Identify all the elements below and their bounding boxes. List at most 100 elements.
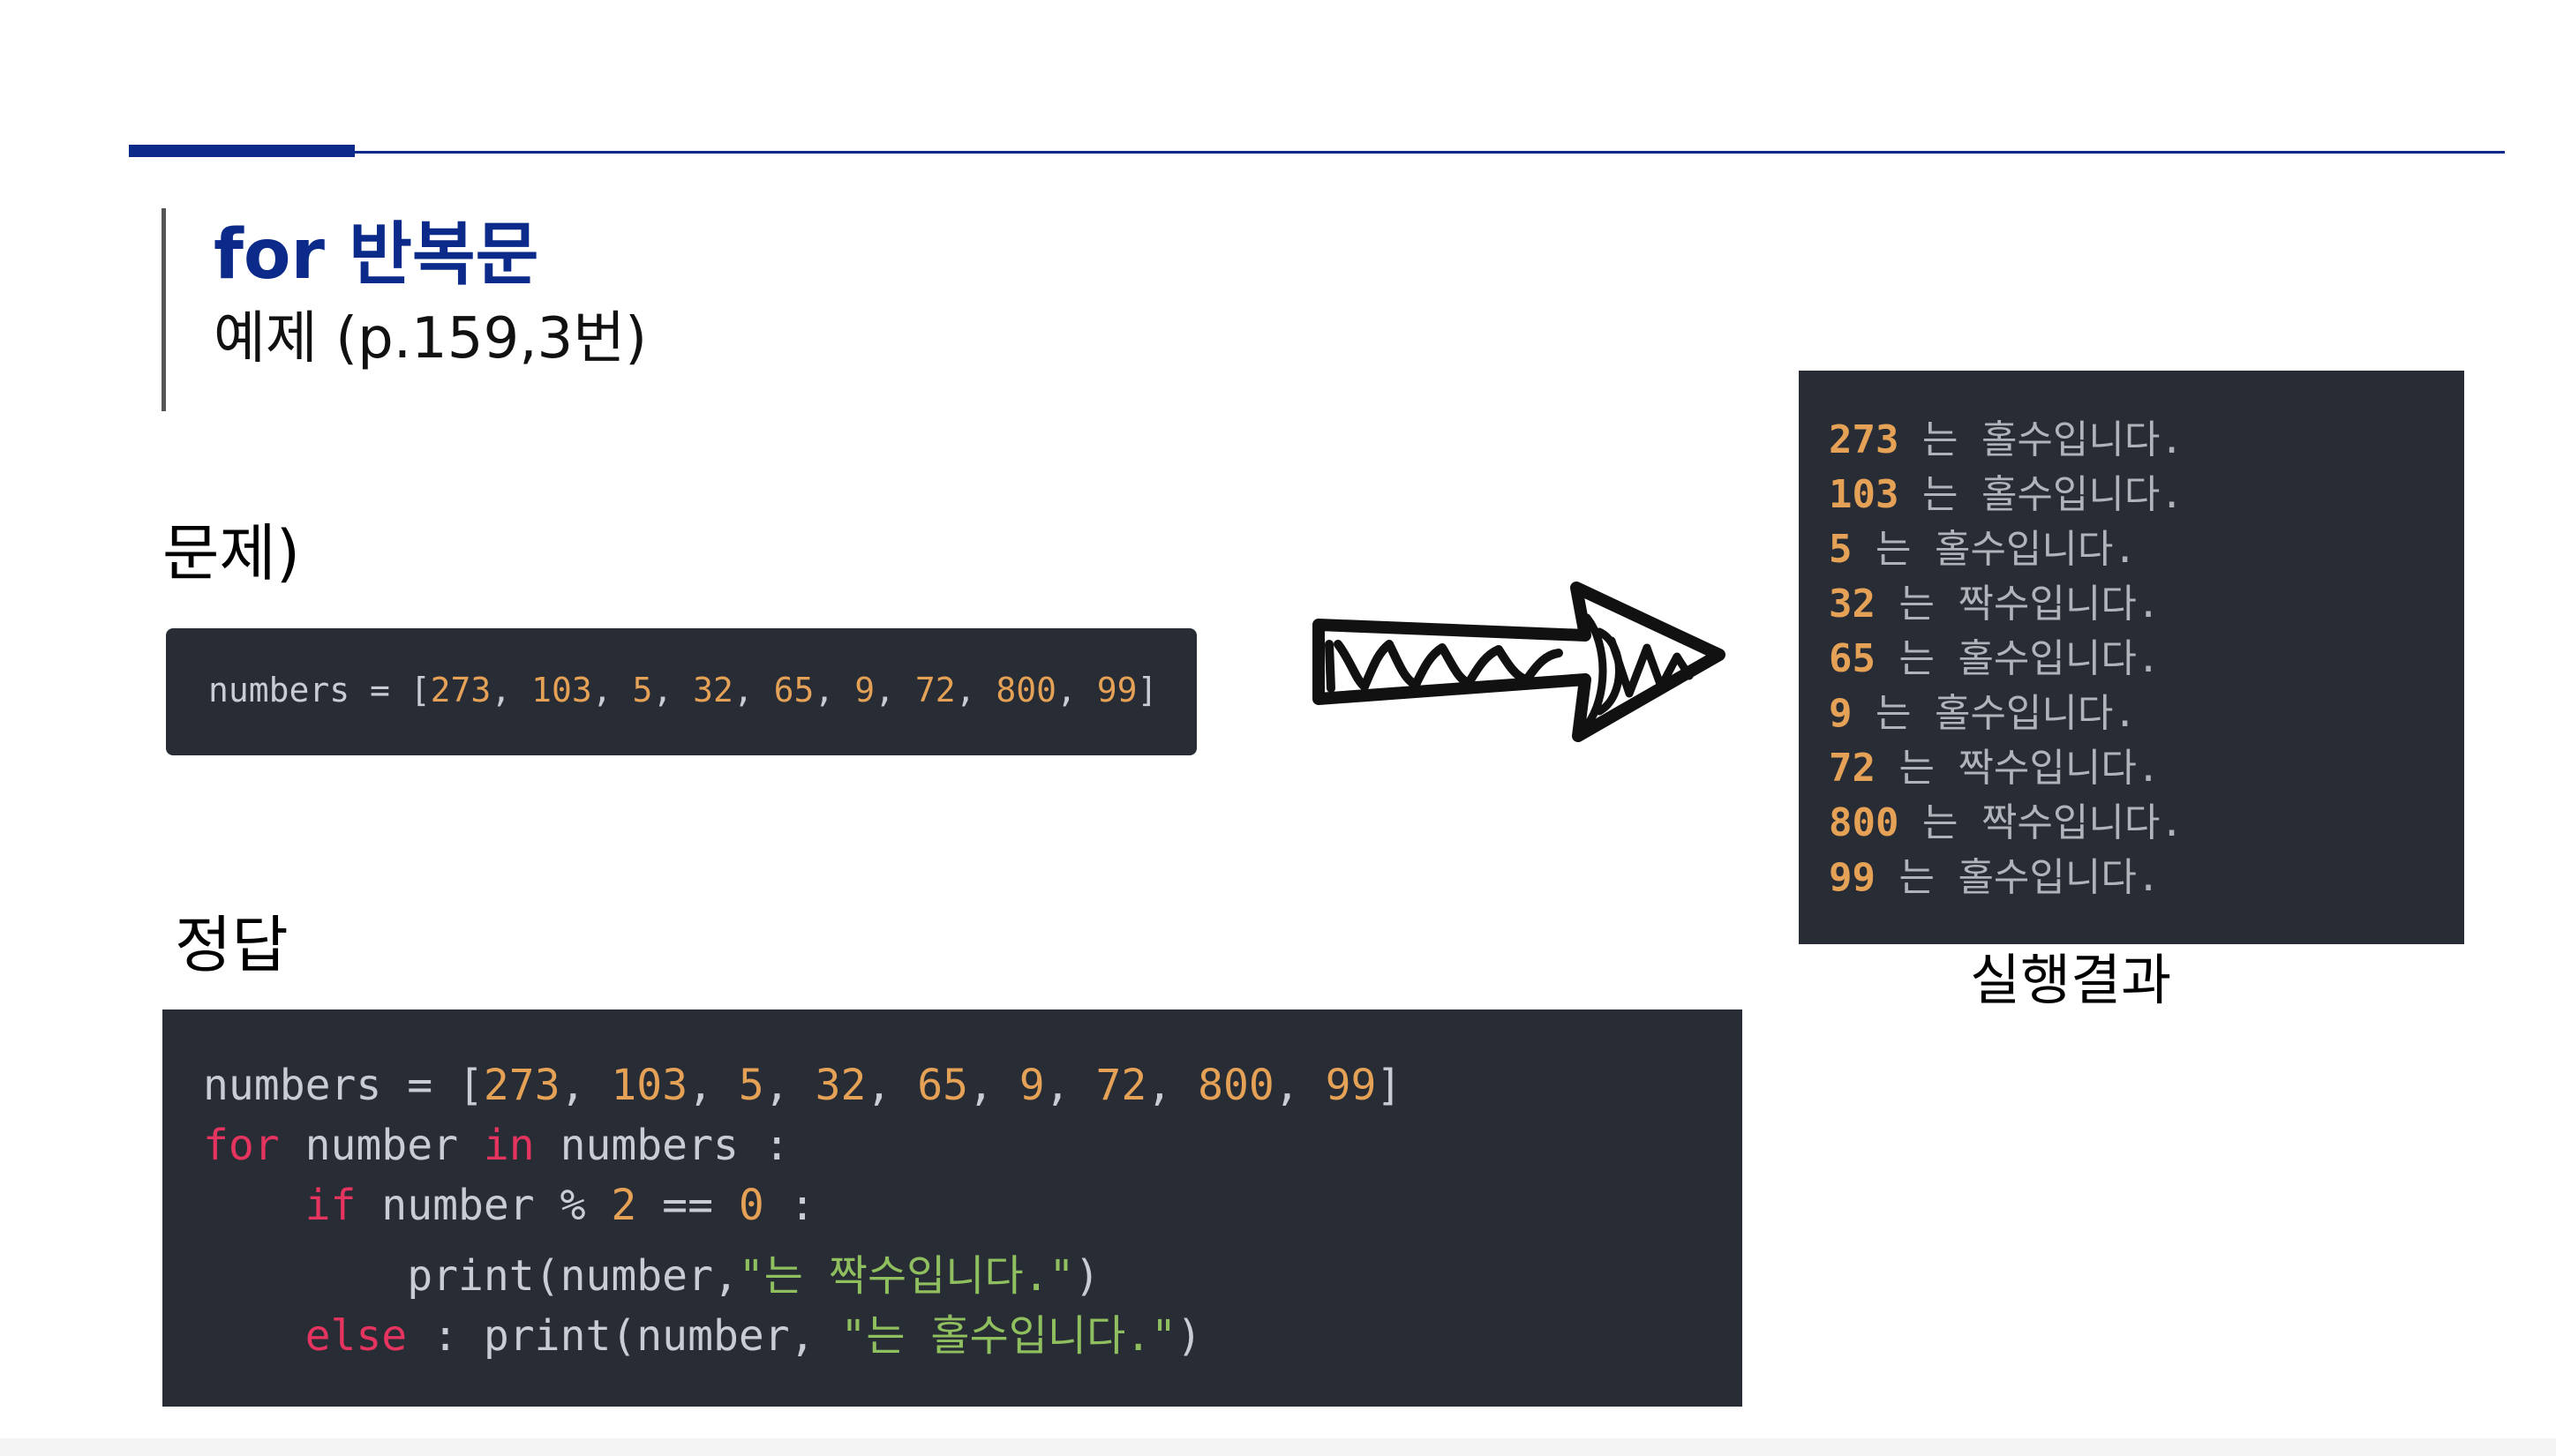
output-text: 는 홀수입니다. <box>1898 417 2184 462</box>
code-token: 99 <box>1325 1061 1377 1110</box>
problem-code-line: numbers = [273, 103, 5, 32, 65, 9, 72, 8… <box>208 671 1157 709</box>
code-token: : print(number, <box>407 1311 841 1361</box>
code-token: 72 <box>914 671 956 709</box>
answer-label: 정답 <box>175 909 289 981</box>
output-number: 103 <box>1829 472 1899 517</box>
output-number: 65 <box>1829 636 1876 681</box>
code-token: , <box>1274 1061 1326 1110</box>
output-text: 는 짝수입니다. <box>1875 746 2161 791</box>
code-token: 5 <box>632 671 653 709</box>
code-token: , <box>1146 1061 1199 1110</box>
output-text: 는 홀수입니다. <box>1875 636 2161 681</box>
code-token: 5 <box>738 1061 764 1110</box>
page-title: for 반복문 <box>214 215 539 295</box>
problem-label: 문제) <box>162 517 301 589</box>
code-token: 99 <box>1096 671 1138 709</box>
output-text: 는 짝수입니다. <box>1875 582 2161 627</box>
right-arrow-icon <box>1312 582 1725 742</box>
problem-code-block: numbers = [273, 103, 5, 32, 65, 9, 72, 8… <box>166 628 1197 755</box>
output-line: 32 는 짝수입니다. <box>1829 572 2160 628</box>
output-number: 9 <box>1829 691 1853 736</box>
code-token: in <box>483 1121 535 1170</box>
output-console: 273 는 홀수입니다. 103 는 홀수입니다. 5 는 홀수입니다. 32 는 짝… <box>1799 371 2464 944</box>
header-rule <box>129 151 2505 154</box>
code-token: , <box>688 1061 739 1110</box>
code-token: ) <box>1177 1311 1202 1361</box>
output-text: 는 홀수입니다. <box>1898 472 2184 517</box>
code-token: 32 <box>815 1061 867 1110</box>
code-token: for <box>203 1121 280 1170</box>
code-token: print(number, <box>203 1251 739 1301</box>
code-token: 273 <box>430 671 492 709</box>
code-token: "는 홀수입니다." <box>840 1311 1177 1361</box>
output-line: 800 는 짝수입니다. <box>1829 791 2184 847</box>
code-token: 103 <box>531 671 592 709</box>
output-line: 5 는 홀수입니다. <box>1829 517 2137 574</box>
code-token: 9 <box>854 671 876 709</box>
code-token: , <box>955 671 996 709</box>
code-token: 72 <box>1095 1061 1147 1110</box>
output-number: 5 <box>1829 527 1853 572</box>
code-token: 800 <box>996 671 1057 709</box>
output-number: 273 <box>1829 417 1899 462</box>
code-token: 103 <box>611 1061 688 1110</box>
output-text: 는 홀수입니다. <box>1852 527 2137 572</box>
code-token: numbers = [ <box>208 671 431 709</box>
code-token: : <box>763 1181 816 1230</box>
code-token: "는 짝수입니다." <box>738 1251 1075 1301</box>
output-line: 273 는 홀수입니다. <box>1829 408 2184 464</box>
code-token: , <box>491 671 532 709</box>
output-text: 는 짝수입니다. <box>1898 800 2184 845</box>
code-token: ] <box>1137 671 1158 709</box>
answer-code-line: numbers = [273, 103, 5, 32, 65, 9, 72, 8… <box>203 1061 1402 1110</box>
output-number: 32 <box>1829 582 1876 627</box>
code-token: ) <box>1074 1251 1101 1301</box>
code-token: , <box>866 1061 918 1110</box>
output-line: 65 는 홀수입니다. <box>1829 627 2160 683</box>
output-number: 800 <box>1829 800 1899 845</box>
output-line: 99 는 홀수입니다. <box>1829 845 2160 902</box>
code-token: 2 <box>611 1181 637 1230</box>
code-token: , <box>1056 671 1097 709</box>
output-line: 72 는 짝수입니다. <box>1829 736 2160 792</box>
code-token: else <box>304 1311 408 1361</box>
code-token: , <box>814 671 855 709</box>
code-token: number <box>279 1121 484 1170</box>
page-subtitle: 예제 (p.159,3번) <box>214 306 648 372</box>
code-token: , <box>591 671 633 709</box>
title-accent-bar <box>162 208 166 411</box>
code-token: , <box>560 1061 612 1110</box>
code-token: , <box>733 671 774 709</box>
code-token: numbers = [ <box>203 1061 484 1110</box>
output-line: 103 는 홀수입니다. <box>1829 462 2184 519</box>
code-token: 65 <box>773 671 815 709</box>
code-token: 9 <box>1019 1061 1045 1110</box>
output-number: 99 <box>1829 855 1876 900</box>
code-token: 800 <box>1198 1061 1274 1110</box>
answer-code-line: for number in numbers : <box>203 1121 790 1170</box>
code-token: if <box>304 1181 357 1230</box>
code-token: 273 <box>483 1061 560 1110</box>
code-token: , <box>1044 1061 1096 1110</box>
code-token: , <box>763 1061 816 1110</box>
output-text: 는 홀수입니다. <box>1875 855 2161 900</box>
output-text: 는 홀수입니다. <box>1852 691 2137 736</box>
output-number: 72 <box>1829 746 1876 791</box>
bottom-strip <box>0 1438 2556 1456</box>
code-token: , <box>652 671 694 709</box>
answer-code-block: numbers = [273, 103, 5, 32, 65, 9, 72, 8… <box>162 1009 1742 1407</box>
answer-code-line: if number % 2 == 0 : <box>203 1181 816 1230</box>
code-token: ] <box>1376 1061 1402 1110</box>
code-token: numbers : <box>534 1121 790 1170</box>
output-line: 9 는 홀수입니다. <box>1829 681 2137 738</box>
code-token: number % <box>356 1181 612 1230</box>
answer-code-line: else : print(number, "는 홀수입니다.") <box>203 1301 1202 1362</box>
code-token: 65 <box>917 1061 968 1110</box>
code-token: 0 <box>738 1181 764 1230</box>
code-token: , <box>967 1061 1019 1110</box>
code-token: , <box>875 671 915 709</box>
output-caption: 실행결과 <box>1970 948 2172 1012</box>
answer-code-line: print(number,"는 짝수입니다.") <box>203 1241 1100 1302</box>
